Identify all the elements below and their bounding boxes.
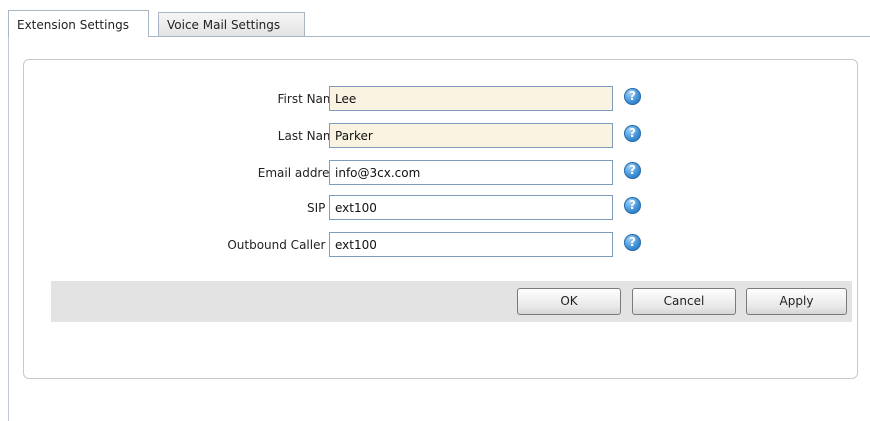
first-name-row: First Name ?: [24, 85, 859, 112]
extension-settings-window: Extension Settings Voice Mail Settings F…: [0, 0, 870, 421]
help-icon[interactable]: ?: [624, 162, 641, 179]
cancel-button[interactable]: Cancel: [632, 288, 736, 315]
outbound-caller-id-label: Outbound Caller ID: [227, 238, 342, 252]
outbound-caller-id-input[interactable]: [329, 232, 613, 257]
outbound-caller-id-row: Outbound Caller ID ?: [24, 231, 859, 258]
email-input[interactable]: [329, 160, 613, 185]
tab-voice-mail-settings[interactable]: Voice Mail Settings: [158, 12, 305, 36]
ok-button[interactable]: OK: [517, 288, 621, 315]
help-icon[interactable]: ?: [624, 234, 641, 251]
tab-extension-settings[interactable]: Extension Settings: [8, 10, 149, 37]
help-icon[interactable]: ?: [624, 88, 641, 105]
help-icon[interactable]: ?: [624, 197, 641, 214]
last-name-input[interactable]: [329, 123, 613, 148]
last-name-row: Last Name ?: [24, 122, 859, 149]
email-row: Email address ?: [24, 159, 859, 186]
settings-panel: First Name ? Last Name ? Email address ?…: [23, 59, 858, 379]
tab-strip: Extension Settings Voice Mail Settings: [8, 10, 870, 37]
help-icon[interactable]: ?: [624, 125, 641, 142]
sip-id-row: SIP ID ?: [24, 194, 859, 221]
first-name-input[interactable]: [329, 86, 613, 111]
apply-button[interactable]: Apply: [746, 288, 847, 315]
sip-id-input[interactable]: [329, 195, 613, 220]
button-bar: OK Cancel Apply: [51, 281, 852, 322]
content-border: [8, 37, 9, 421]
